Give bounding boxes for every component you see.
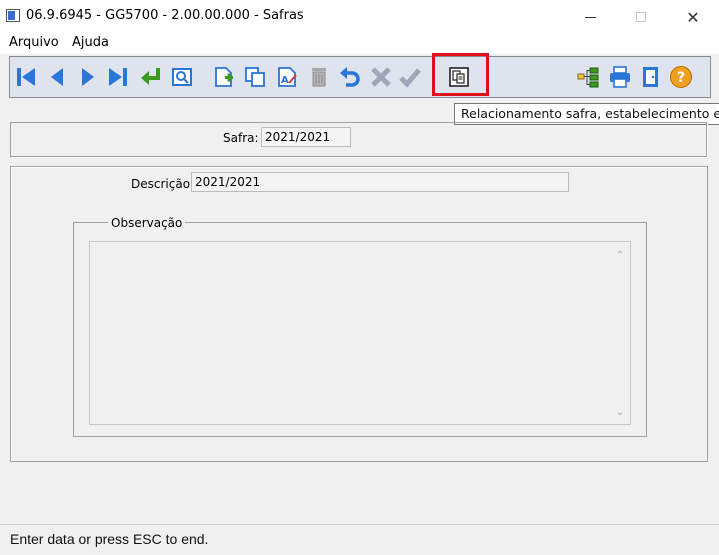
- highlight-box: [432, 53, 489, 96]
- next-record-icon[interactable]: [76, 65, 100, 89]
- observacao-textarea[interactable]: [89, 241, 631, 425]
- window-title: 06.9.6945 - GG5700 - 2.00.00.000 - Safra…: [26, 8, 304, 23]
- close-button[interactable]: ✕: [670, 0, 716, 34]
- cancel-icon[interactable]: [369, 65, 393, 89]
- help-icon[interactable]: ?: [669, 65, 693, 89]
- delete-record-icon[interactable]: [307, 65, 331, 89]
- maximize-icon: [636, 12, 646, 22]
- menu-ajuda[interactable]: Ajuda: [72, 35, 109, 50]
- menu-bar: Arquivo Ajuda: [0, 34, 719, 54]
- app-icon: [6, 9, 20, 22]
- search-icon[interactable]: [170, 65, 194, 89]
- menu-arquivo[interactable]: Arquivo: [9, 35, 59, 50]
- copy-record-icon[interactable]: [243, 65, 267, 89]
- previous-record-icon[interactable]: [45, 65, 69, 89]
- confirm-icon[interactable]: [398, 65, 422, 89]
- safra-label: Safra:: [223, 131, 259, 145]
- status-text: Enter data or press ESC to end.: [10, 531, 209, 547]
- safra-field[interactable]: 2021/2021: [261, 127, 351, 147]
- minimize-icon: [584, 16, 596, 18]
- hierarchy-icon[interactable]: [576, 65, 600, 89]
- last-record-icon[interactable]: [106, 65, 130, 89]
- scroll-up-icon[interactable]: ⌃: [612, 249, 628, 263]
- maximize-button[interactable]: [618, 0, 664, 34]
- toolbar: A ?: [9, 56, 711, 98]
- new-record-icon[interactable]: [212, 65, 236, 89]
- title-bar: 06.9.6945 - GG5700 - 2.00.00.000 - Safra…: [0, 0, 719, 34]
- observacao-title: Observação: [108, 216, 186, 230]
- minimize-button[interactable]: [567, 0, 613, 34]
- edit-record-icon[interactable]: A: [275, 65, 299, 89]
- goto-icon[interactable]: [139, 65, 163, 89]
- undo-icon[interactable]: [338, 65, 362, 89]
- close-icon: ✕: [686, 7, 700, 27]
- status-bar: Enter data or press ESC to end.: [0, 524, 719, 555]
- scroll-down-icon[interactable]: ⌄: [612, 406, 628, 420]
- svg-text:A: A: [281, 75, 289, 86]
- descricao-label: Descrição:: [131, 177, 195, 191]
- print-icon[interactable]: [608, 65, 632, 89]
- descricao-field[interactable]: 2021/2021: [191, 172, 569, 192]
- header-panel: [10, 122, 708, 158]
- exit-icon[interactable]: [639, 65, 663, 89]
- first-record-icon[interactable]: [14, 65, 38, 89]
- help-glyph: ?: [677, 70, 685, 86]
